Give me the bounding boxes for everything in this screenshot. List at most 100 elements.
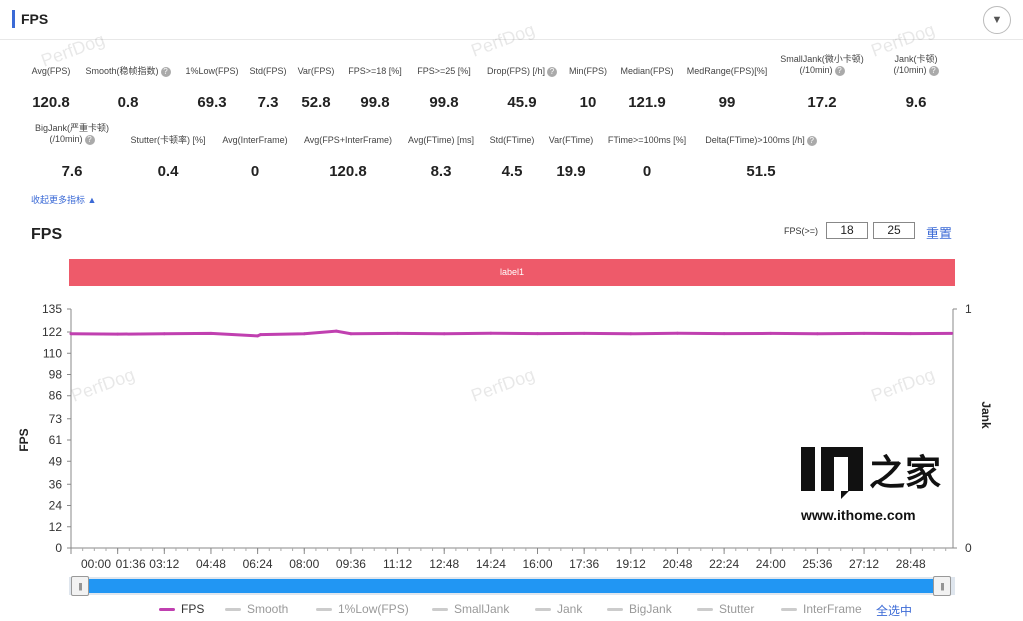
help-icon[interactable]: ? (834, 65, 845, 76)
legend-item-smalljank[interactable]: SmallJank (432, 602, 509, 616)
select-all-link[interactable]: 全选中 (876, 602, 912, 619)
x-tick-label: 16:00 (522, 557, 552, 571)
metric-value: 0.4 (157, 163, 179, 180)
fps-data-point (259, 333, 263, 337)
legend-swatch (316, 608, 332, 612)
metric-value: 0 (250, 163, 260, 180)
x-tick-label: 25:36 (802, 557, 832, 571)
x-tick-label: 04:48 (196, 557, 226, 571)
metric-item: Drop(FPS) [/h]? 45.9 (478, 66, 566, 111)
legend-swatch (607, 608, 623, 612)
y-tick-label: 61 (49, 433, 63, 447)
help-icon[interactable]: ? (928, 65, 939, 76)
metric-value: 7.3 (257, 94, 279, 111)
fps-data-point (722, 332, 726, 336)
fps-threshold-input-1[interactable]: 18 (826, 222, 868, 239)
metric-label: Avg(FPS) (31, 66, 71, 76)
y-tick-label: 135 (42, 302, 62, 316)
y-tick-label: 49 (49, 454, 63, 468)
fps-data-point (950, 331, 954, 335)
legend-item-smooth[interactable]: Smooth (225, 602, 288, 616)
legend-label: InterFrame (803, 602, 862, 616)
metric-item: Min(FPS) 10 (562, 66, 614, 111)
x-tick-label: 20:48 (662, 557, 692, 571)
fps-data-point (442, 332, 446, 336)
metric-item: Var(FPS) 52.8 (290, 66, 342, 111)
metric-value: 7.6 (61, 163, 83, 180)
metric-value: 52.8 (301, 94, 331, 111)
legend-item-fps[interactable]: FPS (159, 602, 204, 616)
fps-data-point (302, 332, 306, 336)
metric-value: 99.8 (360, 94, 390, 111)
metric-label: SmallJank(微小卡顿) (780, 54, 864, 64)
fps-data-point (909, 332, 913, 336)
metric-value: 120.8 (329, 163, 367, 180)
metric-item: Jank(卡顿) (/10min)? 9.6 (878, 54, 954, 111)
y-tick-label: 0 (55, 541, 62, 555)
fps-data-point (69, 332, 73, 336)
legend-swatch (432, 608, 448, 612)
fps-data-point (769, 331, 773, 335)
help-icon[interactable]: ? (806, 135, 817, 146)
ithome-logo: 之家 www.ithome.com (801, 445, 951, 525)
y-axis-label: FPS (17, 428, 31, 451)
fps-threshold-input-2[interactable]: 25 (873, 222, 915, 239)
time-range-selection[interactable] (80, 579, 944, 593)
x-tick-label: 17:36 (569, 557, 599, 571)
metric-value: 121.9 (628, 94, 666, 111)
legend-item-jank[interactable]: Jank (535, 602, 582, 616)
y-tick-label: 98 (49, 368, 63, 382)
metric-item: Delta(FTime)>100ms [/h]? 51.5 (696, 135, 826, 180)
metric-label-unit: (/10min)? (772, 65, 872, 76)
metric-value: 4.5 (501, 163, 523, 180)
x-tick-label: 19:12 (616, 557, 646, 571)
fps-data-point (349, 332, 353, 336)
legend-label: 1%Low(FPS) (338, 602, 409, 616)
metric-label-unit: (/10min)? (878, 65, 954, 76)
reset-button[interactable]: 重置 (926, 223, 952, 242)
collapse-more-metrics-link[interactable]: 收起更多指标 ▲ (31, 193, 96, 206)
y-tick-label: 73 (49, 412, 63, 426)
x-tick-label: 14:24 (476, 557, 506, 571)
legend-item-1-low-fps-[interactable]: 1%Low(FPS) (316, 602, 409, 616)
watermark: PerfDog (868, 364, 938, 406)
metric-value: 0 (642, 163, 652, 180)
range-handle-left[interactable]: ||| (71, 576, 89, 596)
legend-label: Smooth (247, 602, 289, 616)
metric-item: Avg(FPS) 120.8 (16, 66, 86, 111)
collapse-button[interactable]: ▼ (983, 6, 1011, 34)
help-icon[interactable]: ? (547, 66, 557, 77)
metric-value: 19.9 (556, 163, 586, 180)
legend-item-bigjank[interactable]: BigJank (607, 602, 672, 616)
metric-item: SmallJank(微小卡顿) (/10min)? 17.2 (772, 54, 872, 111)
help-icon[interactable]: ? (84, 134, 95, 145)
metric-item: MedRange(FPS)[%] 99 (684, 66, 770, 111)
watermark: PerfDog (468, 364, 538, 406)
metric-value: 99 (718, 94, 736, 111)
fps-data-point (675, 331, 679, 335)
range-handle-right[interactable]: ||| (933, 576, 951, 596)
metric-item: Smooth(稳帧指数)? 0.8 (78, 66, 178, 111)
legend-label: Stutter (719, 602, 755, 616)
metric-value: 17.2 (807, 94, 837, 111)
legend-item-stutter[interactable]: Stutter (697, 602, 754, 616)
metric-label: 1%Low(FPS) (185, 66, 239, 76)
fps-data-point (862, 331, 866, 335)
y2-tick-label: 1 (965, 302, 972, 316)
metric-item: FPS>=25 [%] 99.8 (408, 66, 480, 111)
page-title: FPS (21, 11, 49, 27)
ithome-url: www.ithome.com (801, 507, 916, 523)
x-tick-label: 06:24 (243, 557, 273, 571)
y-tick-label: 110 (43, 346, 62, 360)
label-band[interactable]: label1 (69, 259, 955, 286)
fps-data-point (162, 332, 166, 336)
legend-item-interframe[interactable]: InterFrame (781, 602, 862, 616)
metric-value: 9.6 (905, 94, 927, 111)
metric-label: Median(FPS) (620, 66, 674, 76)
help-icon[interactable]: ? (160, 66, 171, 77)
legend-swatch (697, 608, 713, 612)
metric-value: 120.8 (32, 94, 70, 111)
metric-label-unit: (/10min)? (20, 134, 124, 145)
fps-data-point (209, 331, 213, 335)
metric-label: Smooth(稳帧指数)? (78, 66, 178, 77)
